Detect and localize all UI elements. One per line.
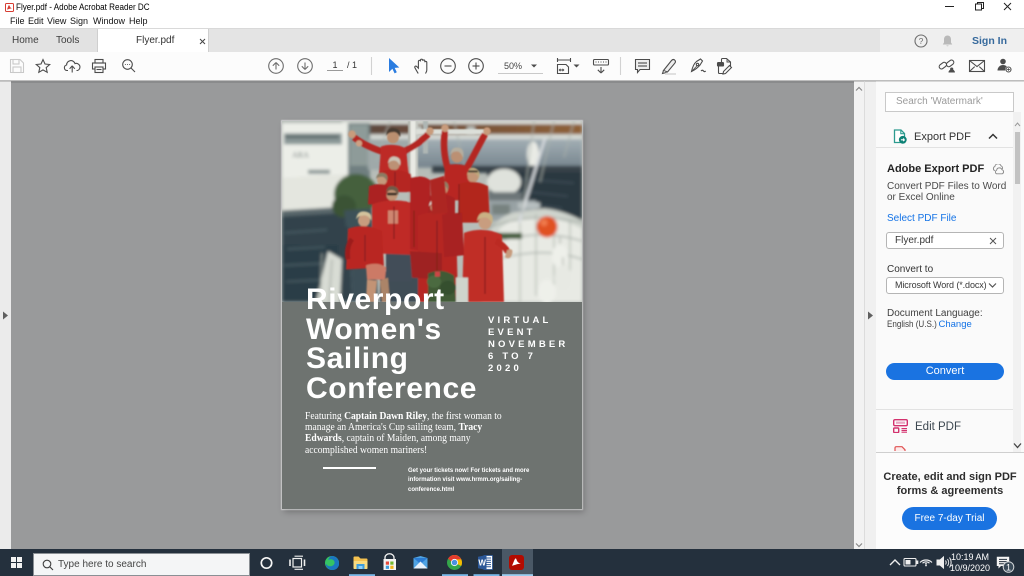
svg-text:W: W — [478, 559, 486, 568]
svg-text:?: ? — [919, 36, 924, 46]
svg-text:1: 1 — [1006, 562, 1011, 572]
svg-text:ARA: ARA — [292, 151, 309, 160]
